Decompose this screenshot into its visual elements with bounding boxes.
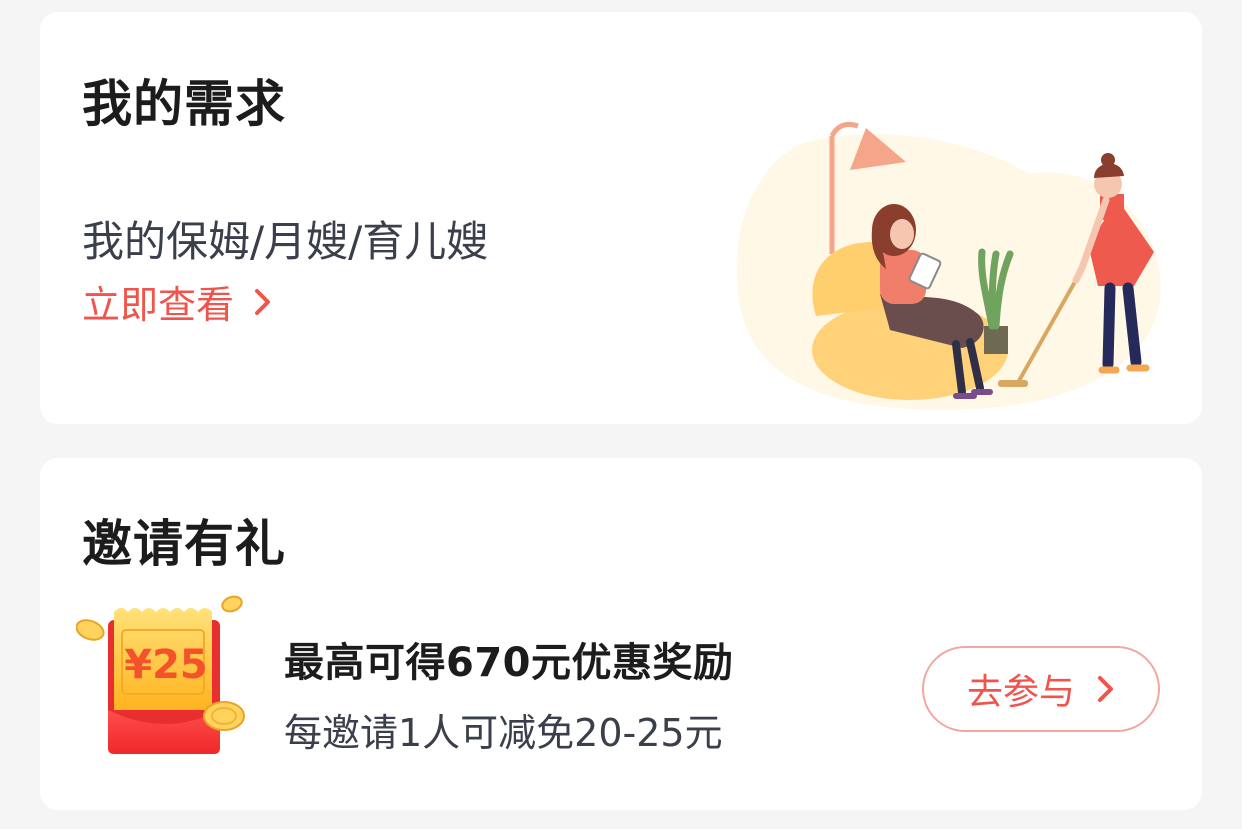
coupon-icon: ¥25 xyxy=(76,595,245,754)
chevron-right-icon xyxy=(1098,676,1113,702)
join-button-label: 去参与 xyxy=(966,672,1075,713)
view-now-label: 立即查看 xyxy=(82,283,235,327)
invite-card: 邀请有礼 ¥25 最高可得670元优惠奖励 每邀请1人可减免20-25元 去参与 xyxy=(40,458,1202,810)
promo-headline: 最高可得670元优惠奖励 xyxy=(284,640,734,686)
my-demand-card: 我的需求 我的保姆/月嫂/育儿嫂 立即查看 xyxy=(40,12,1202,424)
join-button[interactable]: 去参与 xyxy=(922,646,1160,732)
demand-card-title: 我的需求 xyxy=(82,75,286,133)
invite-card-title: 邀请有礼 xyxy=(82,515,286,573)
view-now-link[interactable]: 立即查看 xyxy=(82,274,272,329)
promo-detail: 每邀请1人可减免20-25元 xyxy=(284,711,723,755)
housekeeping-illustration xyxy=(736,121,1161,410)
coupon-amount: ¥25 xyxy=(124,642,208,688)
service-types-text: 我的保姆/月嫂/育儿嫂 xyxy=(82,217,489,266)
chevron-right-icon xyxy=(255,288,271,315)
